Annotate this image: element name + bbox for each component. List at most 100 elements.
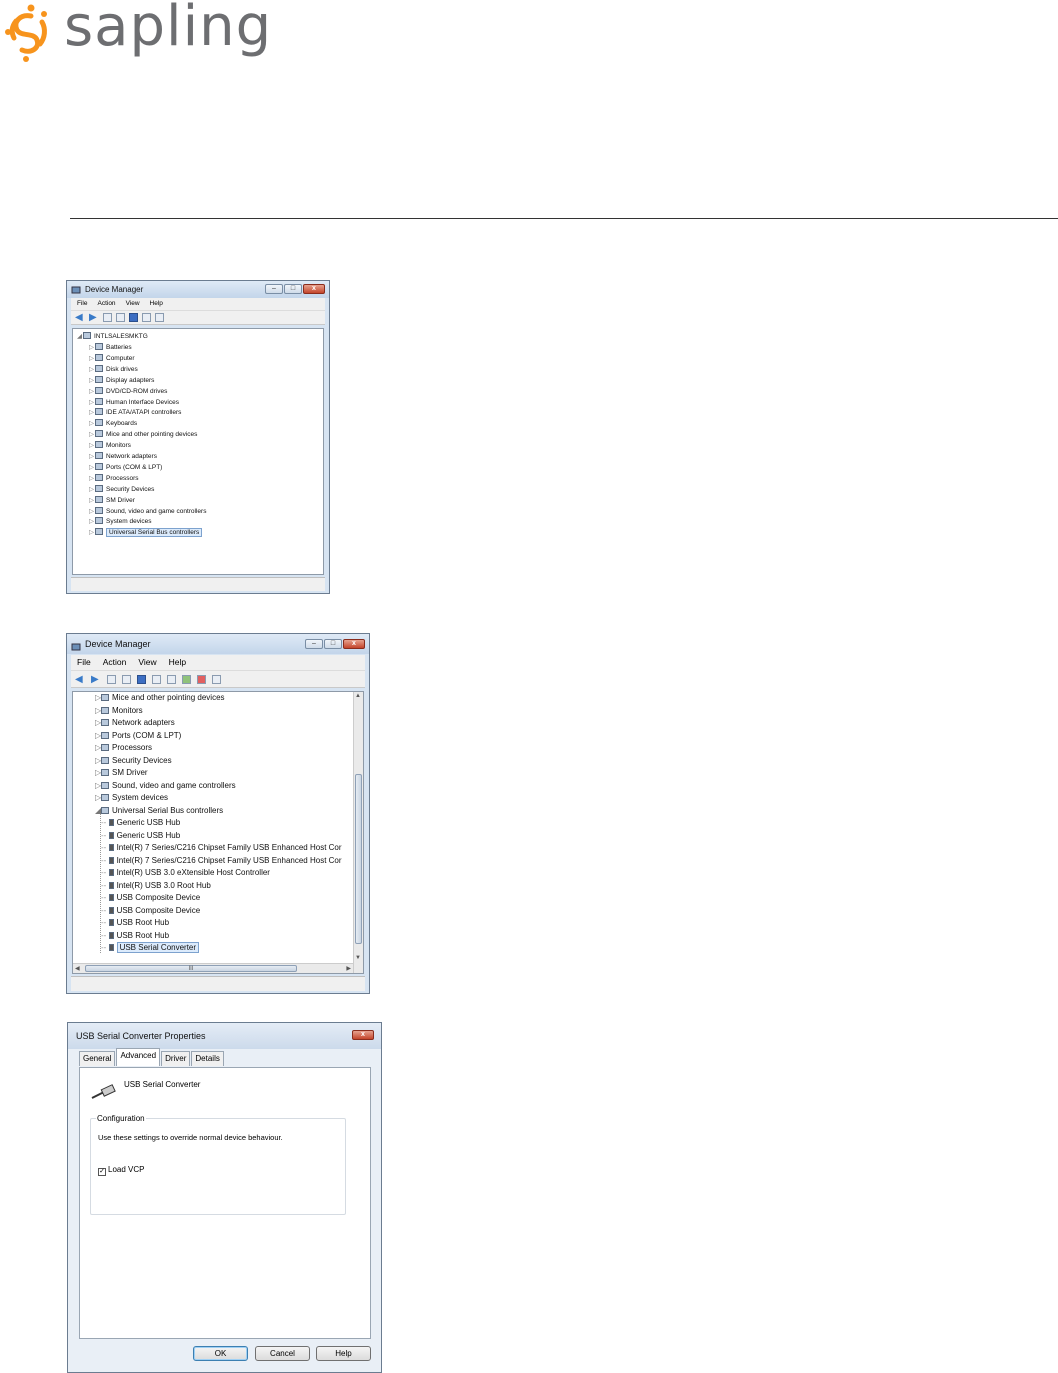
device-category[interactable]: ▷ SM Driver xyxy=(95,768,148,777)
usb-device-item[interactable]: -- Generic USB Hub xyxy=(101,831,180,840)
usb-device-item[interactable]: -- Intel(R) USB 3.0 Root Hub xyxy=(101,881,211,890)
tree-root[interactable]: ◢ INTLSALESMKTG xyxy=(77,332,148,340)
view-icon[interactable] xyxy=(152,674,161,684)
device-category[interactable]: ▷ IDE ATA/ATAPI controllers xyxy=(89,408,181,416)
tab-advanced[interactable]: Advanced xyxy=(116,1048,161,1066)
device-category[interactable]: ▷ Mice and other pointing devices xyxy=(95,693,225,702)
device-category[interactable]: ▷ Network adapters xyxy=(89,452,157,460)
device-category[interactable]: ▷ System devices xyxy=(89,517,152,525)
help-button[interactable]: Help xyxy=(316,1346,371,1361)
horizontal-scroll-thumb[interactable]: III xyxy=(85,965,297,972)
maximize-button[interactable]: □ xyxy=(284,284,302,294)
usb-device-item[interactable]: -- Generic USB Hub xyxy=(101,818,180,827)
device-category[interactable]: ▷ SM Driver xyxy=(89,495,135,504)
list-icon[interactable] xyxy=(116,313,125,322)
minimize-button[interactable]: – xyxy=(265,284,283,294)
usb-device-item[interactable]: -- Intel(R) 7 Series/C216 Chipset Family… xyxy=(101,856,342,865)
menu-file[interactable]: File xyxy=(77,655,91,670)
device-category[interactable]: ▷ Ports (COM & LPT) xyxy=(89,462,162,471)
cancel-button[interactable]: Cancel xyxy=(255,1346,310,1361)
view-icon[interactable] xyxy=(142,313,151,322)
device-category[interactable]: ▷ Monitors xyxy=(95,706,143,715)
usb-device-item[interactable]: -- USB Serial Converter xyxy=(101,942,200,953)
minimize-button[interactable]: – xyxy=(305,639,323,649)
status-bar xyxy=(71,577,325,591)
tab-driver[interactable]: Driver xyxy=(161,1051,191,1066)
device-category[interactable]: ▷ Security Devices xyxy=(95,756,172,765)
usb-plug-icon xyxy=(108,881,114,889)
tree-item-label: Batteries xyxy=(106,344,132,351)
device-category[interactable]: ▷ DVD/CD-ROM drives xyxy=(89,386,167,395)
tree-item-label: Disk drives xyxy=(106,365,138,373)
help-icon[interactable] xyxy=(129,313,138,322)
menu-view[interactable]: View xyxy=(138,655,156,670)
properties-icon[interactable] xyxy=(103,313,112,322)
load-vcp-option[interactable]: ✓ Load VCP xyxy=(98,1165,144,1176)
scroll-down-icon[interactable]: ▼ xyxy=(355,955,361,961)
list-icon[interactable] xyxy=(122,674,131,684)
usb-device-item[interactable]: -- USB Root Hub xyxy=(101,918,169,927)
uninstall-icon[interactable] xyxy=(197,674,206,684)
forward-arrow-icon[interactable]: ▶ xyxy=(91,674,101,684)
device-category[interactable]: ▷ Processors xyxy=(89,473,139,482)
vertical-scrollbar[interactable]: ▲ ▼ xyxy=(353,692,363,973)
menu-action[interactable]: Action xyxy=(103,655,127,670)
device-category[interactable]: ◢ Universal Serial Bus controllers xyxy=(95,806,223,815)
ok-button[interactable]: OK xyxy=(193,1346,248,1361)
device-category[interactable]: ▷ Sound, video and game controllers xyxy=(95,781,236,790)
close-button[interactable]: x xyxy=(343,639,365,649)
tab-general[interactable]: General xyxy=(79,1051,116,1066)
close-button[interactable]: x xyxy=(352,1030,374,1040)
usb-device-item[interactable]: -- USB Composite Device xyxy=(101,906,200,915)
scan-hardware-icon[interactable] xyxy=(167,674,176,684)
menu-help[interactable]: Help xyxy=(150,298,163,310)
device-category[interactable]: ▷ Display adapters xyxy=(89,375,154,384)
device-category[interactable]: ▷ Ports (COM & LPT) xyxy=(95,731,181,740)
vertical-scroll-thumb[interactable] xyxy=(355,774,362,944)
device-category[interactable]: ▷ Human Interface Devices xyxy=(89,397,179,406)
device-category[interactable]: ▷ Computer xyxy=(89,353,135,362)
scroll-left-icon[interactable]: ◀ xyxy=(75,965,80,972)
help-icon[interactable] xyxy=(137,674,146,684)
device-category[interactable]: ▷ Security Devices xyxy=(89,484,154,493)
titlebar[interactable]: USB Serial Converter Properties x xyxy=(68,1023,381,1049)
device-category[interactable]: ▷ Network adapters xyxy=(95,718,175,727)
device-category[interactable]: ▷ Disk drives xyxy=(89,364,138,373)
device-category[interactable]: ▷ System devices xyxy=(95,793,168,802)
horizontal-scrollbar[interactable]: ◀ III ▶ xyxy=(73,963,353,973)
back-arrow-icon[interactable]: ◀ xyxy=(75,674,85,684)
device-category[interactable]: ▷ Universal Serial Bus controllers xyxy=(89,528,203,538)
usb-plug-icon xyxy=(108,831,114,839)
titlebar[interactable]: Device Manager – □ x xyxy=(67,634,369,654)
usb-cable-icon xyxy=(91,1084,116,1099)
properties-icon[interactable] xyxy=(107,674,116,684)
forward-arrow-icon[interactable]: ▶ xyxy=(89,313,99,323)
usb-device-item[interactable]: -- Intel(R) USB 3.0 eXtensible Host Cont… xyxy=(101,868,270,877)
tab-details[interactable]: Details xyxy=(191,1051,224,1066)
menu-file[interactable]: File xyxy=(77,298,87,310)
device-category[interactable]: ▷ Mice and other pointing devices xyxy=(89,430,197,438)
close-button[interactable]: x xyxy=(303,284,325,294)
menu-action[interactable]: Action xyxy=(97,298,115,310)
scan-hardware-icon[interactable] xyxy=(155,313,164,322)
usb-device-item[interactable]: -- USB Root Hub xyxy=(101,931,169,940)
back-arrow-icon[interactable]: ◀ xyxy=(75,313,85,323)
device-category[interactable]: ▷ Processors xyxy=(95,743,152,752)
device-category[interactable]: ▷ Batteries xyxy=(89,343,132,351)
load-vcp-checkbox[interactable]: ✓ xyxy=(98,1168,106,1176)
maximize-button[interactable]: □ xyxy=(324,639,342,649)
update-driver-icon[interactable] xyxy=(182,674,191,684)
scroll-right-icon[interactable]: ▶ xyxy=(346,965,351,972)
menu-view[interactable]: View xyxy=(126,298,140,310)
device-category[interactable]: ▷ Monitors xyxy=(89,441,131,449)
tree-item-label: Network adapters xyxy=(106,453,157,460)
device-category[interactable]: ▷ Sound, video and game controllers xyxy=(89,506,206,515)
device-category[interactable]: ▷ Keyboards xyxy=(89,419,137,427)
menubar: File Action View Help xyxy=(71,298,325,310)
menu-help[interactable]: Help xyxy=(169,655,186,670)
usb-device-item[interactable]: -- Intel(R) 7 Series/C216 Chipset Family… xyxy=(101,843,342,852)
disable-icon[interactable] xyxy=(212,674,221,684)
usb-device-item[interactable]: -- USB Composite Device xyxy=(101,893,200,902)
scroll-up-icon[interactable]: ▲ xyxy=(355,693,361,699)
titlebar[interactable]: Device Manager – □ x xyxy=(67,281,329,298)
